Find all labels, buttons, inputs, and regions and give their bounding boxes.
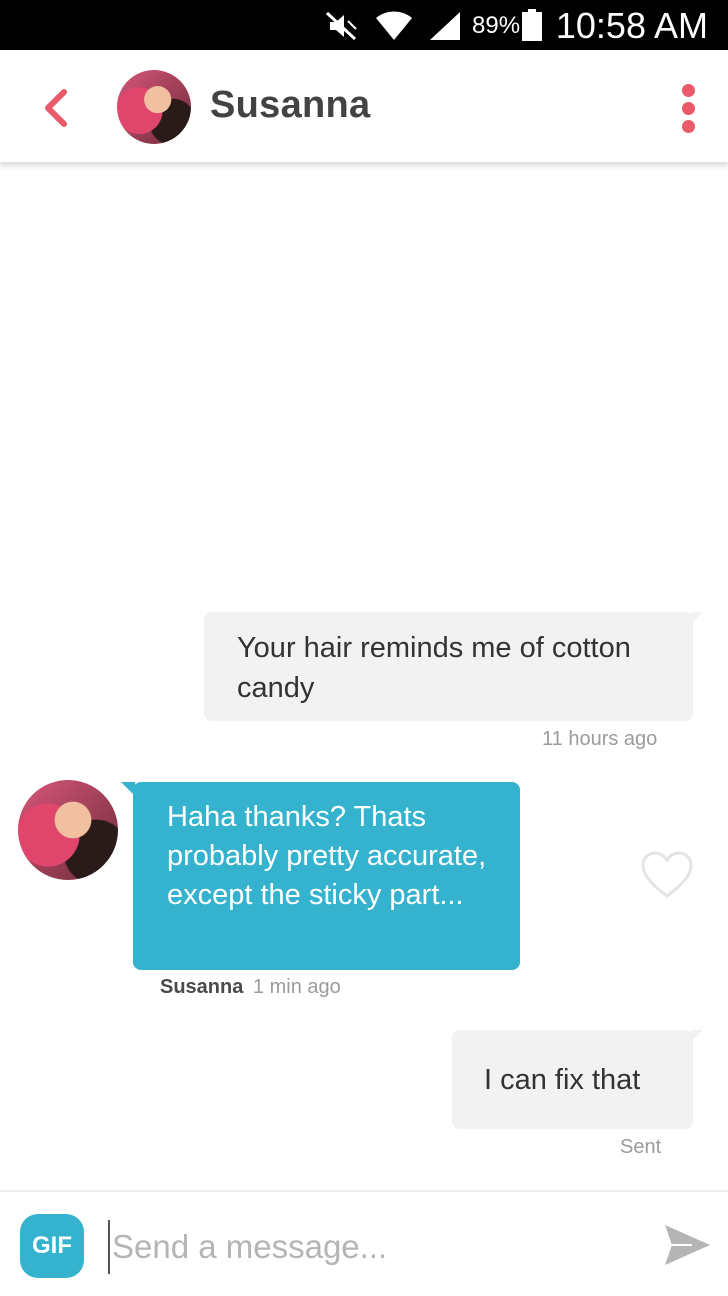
message-bubble-sent[interactable]: I can fix that bbox=[452, 1030, 703, 1129]
wifi-icon bbox=[376, 11, 412, 40]
status-bar: 89% 10:58 AM bbox=[0, 0, 728, 50]
clock: 10:58 AM bbox=[555, 5, 708, 46]
gif-button[interactable]: GIF bbox=[20, 1214, 84, 1278]
message-composer: GIF bbox=[0, 1190, 728, 1296]
message-meta: Susanna 1 min ago bbox=[160, 976, 341, 999]
avatar[interactable] bbox=[117, 70, 191, 144]
message-bubble-received[interactable]: Haha thanks? Thats probably pretty accur… bbox=[121, 782, 520, 970]
message-text: Haha thanks? Thats probably pretty accur… bbox=[167, 801, 487, 911]
mute-icon bbox=[325, 11, 357, 41]
message-input[interactable] bbox=[108, 1220, 634, 1274]
chat-header: Susanna bbox=[0, 50, 728, 163]
message-text: Your hair reminds me of cotton candy bbox=[237, 632, 631, 704]
battery-icon bbox=[522, 9, 542, 41]
send-icon[interactable] bbox=[662, 1222, 712, 1268]
back-button[interactable] bbox=[36, 84, 80, 132]
message-status: Sent bbox=[620, 1136, 662, 1158]
vertical-dots-icon bbox=[682, 84, 695, 97]
battery-percent: 89% bbox=[472, 12, 521, 39]
sender-avatar[interactable] bbox=[18, 780, 118, 880]
contact-name[interactable]: Susanna bbox=[210, 84, 370, 127]
message-timestamp: 11 hours ago bbox=[542, 728, 658, 750]
message-text: I can fix that bbox=[484, 1064, 641, 1096]
message-bubble-sent[interactable]: Your hair reminds me of cotton candy bbox=[204, 612, 703, 721]
signal-icon bbox=[430, 12, 460, 40]
more-options-button[interactable] bbox=[672, 80, 708, 136]
message-timestamp: 1 min ago bbox=[252, 976, 341, 998]
like-heart-icon[interactable] bbox=[640, 850, 694, 900]
sender-name: Susanna bbox=[160, 976, 244, 998]
